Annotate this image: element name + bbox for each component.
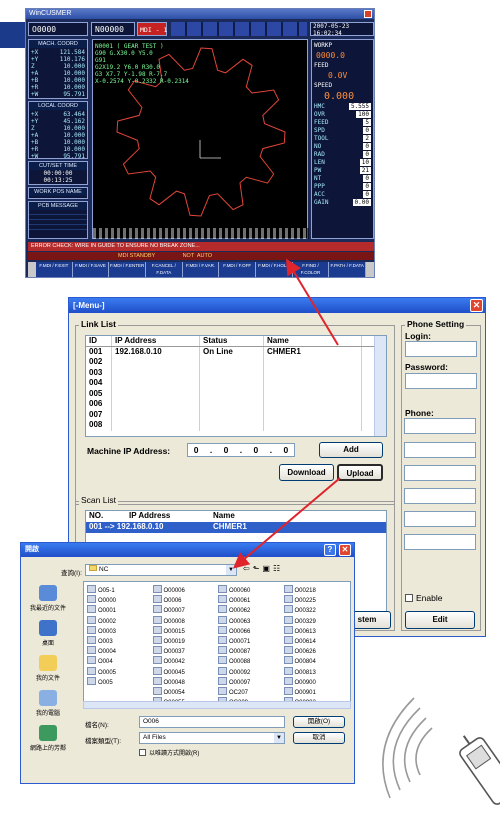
arrow-to-cnc [285,258,339,346]
phone-number-input[interactable] [404,442,476,458]
wireless-phone-graphic [382,697,500,805]
phone-number-input[interactable] [404,465,476,481]
mobile-phone-icon [459,735,500,805]
wifi-signal-icon [382,697,433,799]
arrow-to-open-dialog [232,477,341,569]
phone-number-input[interactable] [404,534,476,550]
phone-number-input[interactable] [404,488,476,504]
phone-number-input[interactable] [404,418,476,434]
phone-number-input[interactable] [404,511,476,527]
